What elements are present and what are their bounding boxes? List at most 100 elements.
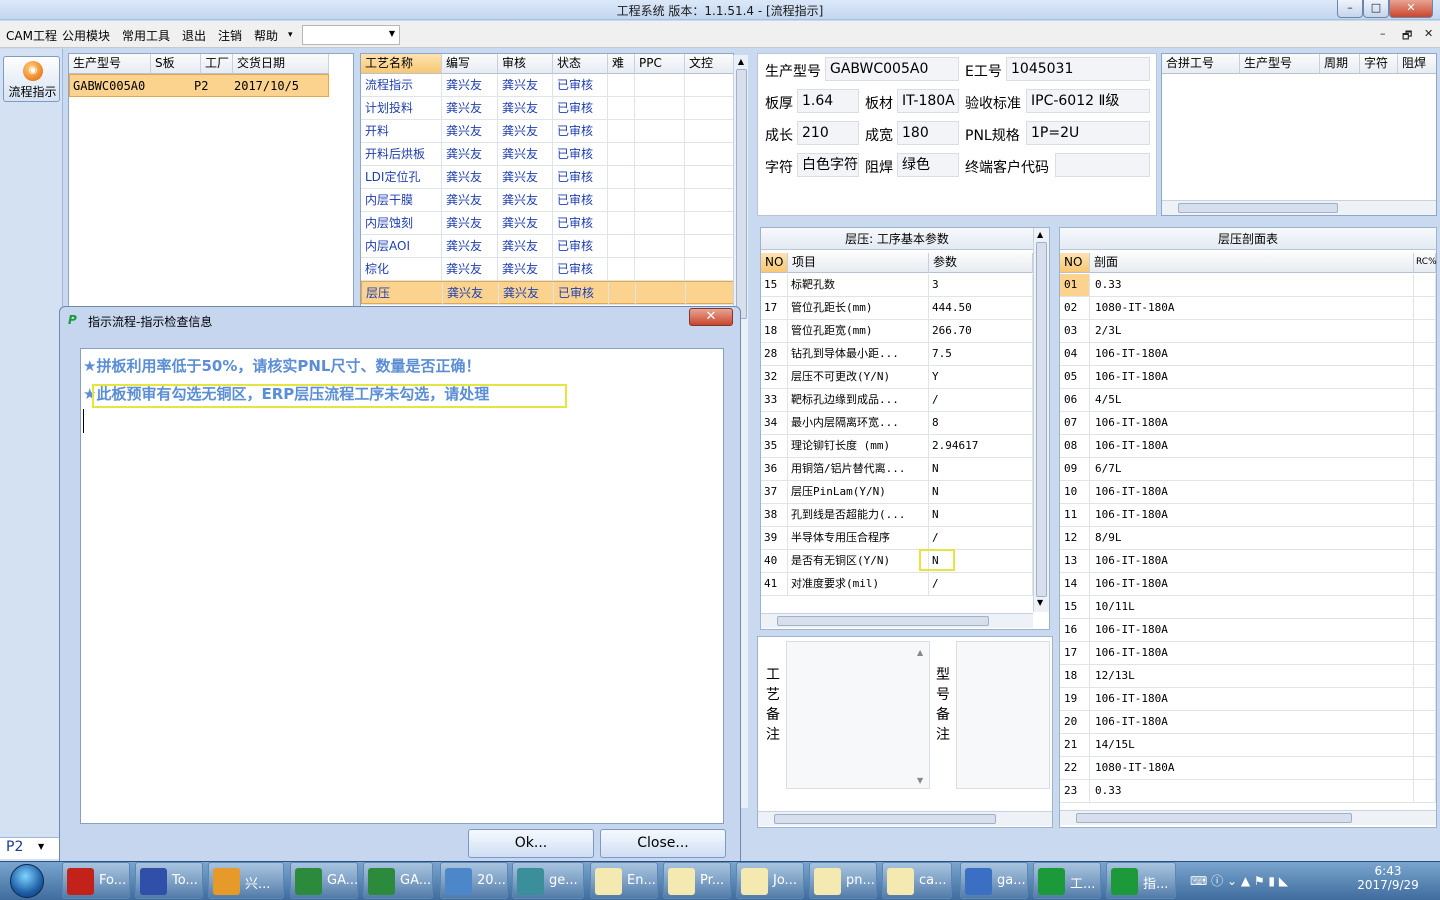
taskbar-item[interactable]: En...	[590, 862, 658, 899]
table-row[interactable]: 37 层压PinLam(Y/N) N	[761, 481, 1033, 504]
process-note-textarea[interactable]: ▲ ▼	[786, 641, 930, 789]
scroll-thumb[interactable]	[1178, 203, 1338, 213]
table-row[interactable]: 03 2/3L	[1060, 320, 1436, 343]
menu-common-module[interactable]: 公用模块	[62, 27, 110, 44]
table-row[interactable]: 开料后烘板 龚兴友 龚兴友 已审核	[361, 143, 733, 166]
close-dialog-button[interactable]: Close...	[600, 829, 726, 858]
table-row[interactable]: 17 管位孔距长(mm) 444.50	[761, 297, 1033, 320]
stackup-header-no[interactable]: NO	[1060, 253, 1090, 273]
table-row[interactable]: 08 106-IT-180A	[1060, 435, 1436, 458]
table-row[interactable]: 20 106-IT-180A	[1060, 711, 1436, 734]
table-row[interactable]: 层压 龚兴友 龚兴友 已审核	[361, 281, 733, 305]
taskbar-item[interactable]: 工...	[1033, 862, 1101, 899]
minimize-button[interactable]: –	[1337, 0, 1363, 18]
product-header-sboard[interactable]: S板	[151, 54, 201, 74]
scroll-thumb[interactable]	[774, 814, 996, 824]
chevron-down-icon[interactable]: ▼	[389, 29, 395, 38]
table-row[interactable]: 内层蚀刻 龚兴友 龚兴友 已审核	[361, 212, 733, 235]
material-field[interactable]: IT-180A	[897, 89, 959, 113]
dialog-close-button[interactable]: ✕	[689, 308, 733, 326]
toolbar-combo[interactable]: ▼	[302, 25, 400, 45]
taskbar-item[interactable]: 兴...	[208, 862, 284, 899]
scroll-up-icon[interactable]: ▲	[917, 648, 923, 657]
scroll-thumb[interactable]	[1036, 242, 1047, 597]
stackup-header-profile[interactable]: 剖面	[1090, 253, 1414, 273]
chevron-down-icon[interactable]: ▾	[288, 30, 293, 40]
taskbar-item[interactable]: Jo...	[736, 862, 804, 899]
dialog-message-area[interactable]: ★拼板利用率低于50%，请核实PNL尺寸、数量是否正确！ ★此板预审有勾选无铜区…	[80, 348, 724, 824]
table-row[interactable]: GABWC005A0 P2 2017/10/5	[69, 74, 329, 97]
params-vscrollbar[interactable]: ▲ ▼	[1033, 228, 1049, 612]
model-field[interactable]: GABWC005A0	[825, 57, 959, 81]
table-row[interactable]: 39 半导体专用压合程序 /	[761, 527, 1033, 550]
process-header-writer[interactable]: 编写	[442, 54, 498, 74]
soldermask-field[interactable]: 绿色	[897, 153, 959, 177]
table-row[interactable]: 计划投料 龚兴友 龚兴友 已审核	[361, 97, 733, 120]
menu-exit[interactable]: 退出	[182, 27, 206, 44]
merge-header-character[interactable]: 字符	[1360, 54, 1398, 74]
table-row[interactable]: 05 106-IT-180A	[1060, 366, 1436, 389]
menu-common-tools[interactable]: 常用工具	[122, 27, 170, 44]
merge-header-job[interactable]: 合拼工号	[1162, 54, 1240, 74]
table-row[interactable]: 41 对准度要求(mil) /	[761, 573, 1033, 596]
table-row[interactable]: LDI定位孔 龚兴友 龚兴友 已审核	[361, 166, 733, 189]
close-button[interactable]: ✕	[1389, 0, 1433, 18]
taskbar-item[interactable]: ca...	[882, 862, 952, 899]
table-row[interactable]: 32 层压不可更改(Y/N) Y	[761, 366, 1033, 389]
ok-button[interactable]: Ok...	[468, 829, 594, 858]
table-row[interactable]: 流程指示 龚兴友 龚兴友 已审核	[361, 74, 733, 97]
table-row[interactable]: 40 是否有无铜区(Y/N) N	[761, 550, 1033, 573]
params-header-item[interactable]: 项目	[788, 253, 929, 273]
merge-header-cycle[interactable]: 周期	[1320, 54, 1360, 74]
table-row[interactable]: 22 1080-IT-180A	[1060, 757, 1436, 780]
length-field[interactable]: 210	[797, 121, 859, 145]
merge-grid-hscrollbar[interactable]	[1162, 200, 1436, 215]
table-row[interactable]: 内层AOI 龚兴友 龚兴友 已审核	[361, 235, 733, 258]
merge-header-model[interactable]: 生产型号	[1240, 54, 1320, 74]
stackup-header-rc[interactable]: RC%	[1414, 253, 1437, 273]
table-row[interactable]: 18 12/13L	[1060, 665, 1436, 688]
params-hscrollbar[interactable]	[761, 613, 1033, 628]
table-row[interactable]: 17 106-IT-180A	[1060, 642, 1436, 665]
taskbar-item[interactable]: Fo...	[62, 862, 130, 899]
merge-header-soldermask[interactable]: 阻焊	[1398, 54, 1436, 74]
system-clock[interactable]: 6:43 2017/9/29	[1338, 864, 1438, 892]
table-row[interactable]: 18 管位孔距宽(mm) 266.70	[761, 320, 1033, 343]
pnl-field[interactable]: 1P=2U	[1026, 121, 1150, 145]
table-row[interactable]: 07 106-IT-180A	[1060, 412, 1436, 435]
scroll-up-icon[interactable]: ▲	[1037, 230, 1043, 239]
process-header-name[interactable]: 工艺名称	[361, 54, 442, 74]
params-header-no[interactable]: NO	[761, 253, 788, 273]
maximize-button[interactable]: □	[1363, 0, 1389, 18]
factory-select[interactable]: P2 ▼	[0, 837, 62, 859]
mdi-minimize-button[interactable]: –	[1380, 27, 1386, 40]
taskbar-item[interactable]: ga...	[960, 862, 1028, 899]
product-header-date[interactable]: 交货日期	[233, 54, 329, 74]
process-header-ppc[interactable]: PPC	[635, 54, 685, 74]
e-number-field[interactable]: 1045031	[1006, 57, 1150, 81]
scroll-thumb[interactable]	[777, 616, 989, 626]
mdi-restore-button[interactable]: 🗗	[1402, 27, 1412, 46]
table-row[interactable]: 33 靶标孔边缘到成品... /	[761, 389, 1033, 412]
chevron-down-icon[interactable]: ▼	[38, 842, 44, 851]
table-row[interactable]: 02 1080-IT-180A	[1060, 297, 1436, 320]
product-header-model[interactable]: 生产型号	[69, 54, 151, 74]
dialog-title-bar[interactable]: P 指示流程-指示检查信息 ✕	[60, 307, 740, 333]
table-row[interactable]: 棕化 龚兴友 龚兴友 已审核	[361, 258, 733, 281]
table-row[interactable]: 28 钻孔到导体最小距... 7.5	[761, 343, 1033, 366]
scroll-up-icon[interactable]: ▲	[735, 57, 747, 66]
table-row[interactable]: 09 6/7L	[1060, 458, 1436, 481]
taskbar-item[interactable]: ge...	[512, 862, 584, 899]
table-row[interactable]: 15 标靶孔数 3	[761, 274, 1033, 297]
thickness-field[interactable]: 1.64	[797, 89, 859, 113]
table-row[interactable]: 13 106-IT-180A	[1060, 550, 1436, 573]
table-row[interactable]: 21 14/15L	[1060, 734, 1436, 757]
process-header-reviewer[interactable]: 审核	[498, 54, 553, 74]
table-row[interactable]: 38 孔到线是否超能力(... N	[761, 504, 1033, 527]
flow-instruction-button[interactable]: ◉ 流程指示	[3, 56, 60, 102]
table-row[interactable]: 15 10/11L	[1060, 596, 1436, 619]
taskbar-item[interactable]: GA...	[290, 862, 358, 899]
menu-cam[interactable]: CAM工程	[6, 27, 57, 44]
table-row[interactable]: 06 4/5L	[1060, 389, 1436, 412]
start-button[interactable]	[4, 862, 50, 899]
